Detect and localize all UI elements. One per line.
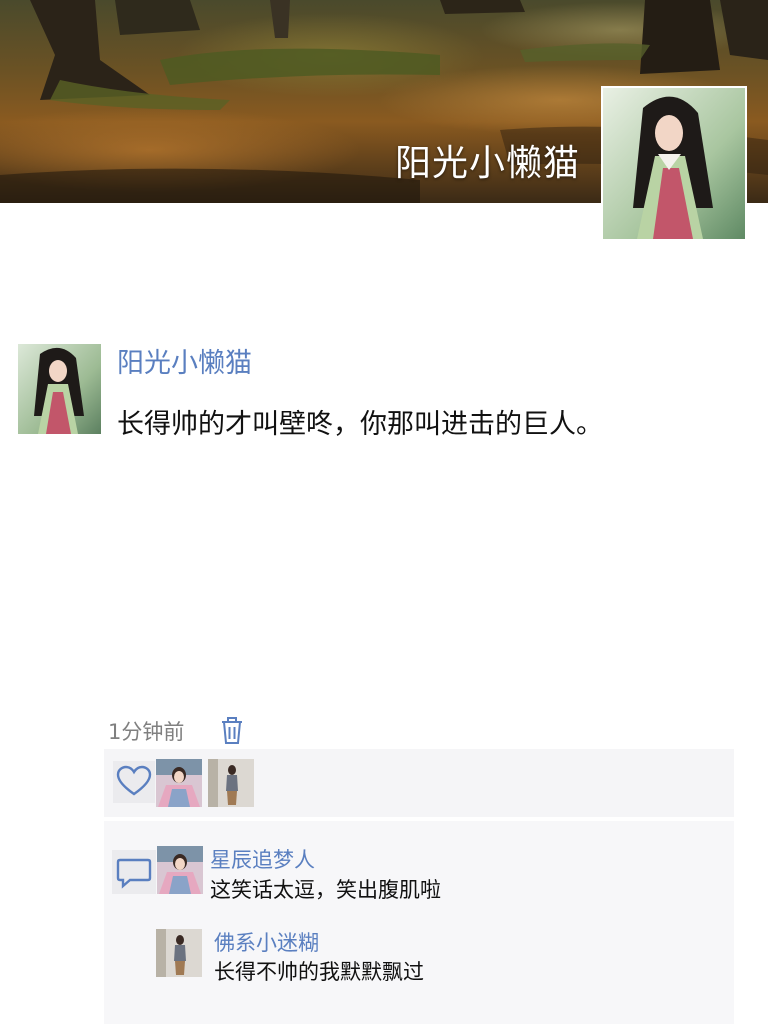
profile-avatar[interactable] <box>601 86 747 241</box>
comment-author-name[interactable]: 佛系小迷糊 <box>214 927 319 957</box>
cover-username: 阳光小懒猫 <box>394 143 580 184</box>
trash-icon[interactable] <box>219 715 245 745</box>
post-content: 长得帅的才叫壁咚，你那叫进击的巨人。 <box>117 409 603 440</box>
avatar-photo <box>208 759 254 807</box>
like-user-avatar[interactable] <box>156 759 202 807</box>
comment-text: 这笑话太逗，笑出腹肌啦 <box>210 878 441 902</box>
avatar-photo <box>157 846 203 894</box>
comment-icon[interactable] <box>112 850 156 894</box>
heart-icon[interactable] <box>113 761 155 803</box>
avatar-photo <box>156 929 202 977</box>
comment-author-name[interactable]: 星辰追梦人 <box>210 844 315 874</box>
comment-author-avatar[interactable] <box>156 929 202 977</box>
avatar-photo <box>603 88 745 239</box>
avatar-photo <box>156 759 202 807</box>
like-user-avatar[interactable] <box>208 759 254 807</box>
post-timestamp: 1分钟前 <box>108 720 185 744</box>
post-author-avatar[interactable] <box>18 344 101 434</box>
comment-author-avatar[interactable] <box>157 846 203 894</box>
avatar-photo <box>18 344 101 434</box>
post-author-name[interactable]: 阳光小懒猫 <box>117 341 252 380</box>
comment-text: 长得不帅的我默默飘过 <box>214 960 424 984</box>
